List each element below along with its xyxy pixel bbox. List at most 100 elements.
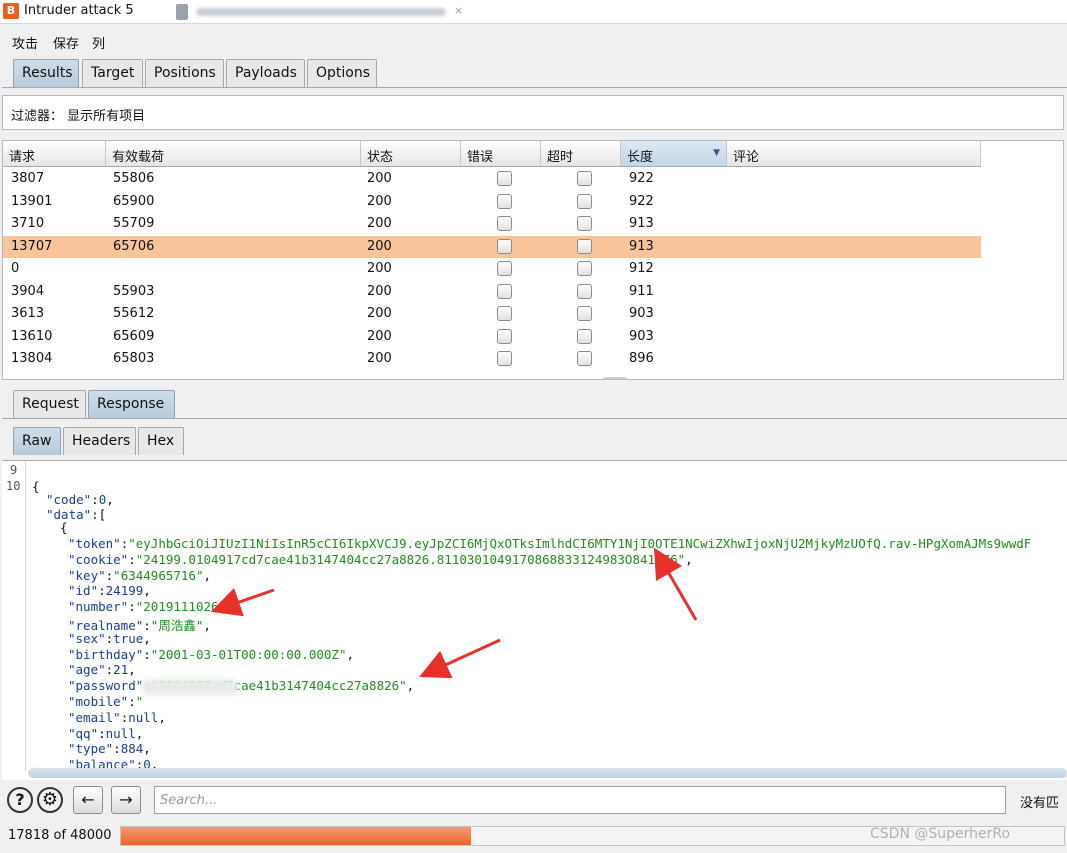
json-key: "email"	[68, 709, 121, 725]
results-table: 请求 有效载荷 状态 错误 超时 长度 ▼ 评论 3807 55806 200 922…	[2, 140, 1064, 380]
tab-raw[interactable]: Raw	[13, 427, 61, 455]
table-row[interactable]: 13707 65706 200 913	[3, 235, 981, 258]
response-hscrollbar[interactable]	[28, 768, 1067, 778]
json-field-line: "token":"eyJhbGciOiJIUzI1NiIsInR5cCI6Ikp…	[68, 536, 1032, 551]
cell-length: 911	[629, 283, 654, 299]
search-input[interactable]	[154, 786, 1006, 814]
json-punct: ,	[143, 583, 151, 599]
json-field-line: "age":21,	[68, 662, 136, 678]
table-row[interactable]: 3710 55709 200 913	[3, 213, 981, 236]
json-field-line: "qq":null,	[68, 725, 144, 741]
line-number: 10	[6, 479, 21, 493]
cell-status: 200	[367, 306, 392, 321]
cell-payload: 55612	[113, 306, 155, 321]
timeout-checkbox-icon	[577, 238, 592, 254]
cell-request: 13610	[11, 328, 53, 344]
json-key: "password"	[68, 678, 144, 694]
col-header-comment[interactable]: 评论	[727, 141, 981, 167]
cell-length: 912	[629, 261, 654, 276]
json-field-line: "cookie":"24199.0104917cd7cae41b3147404c…	[68, 551, 693, 567]
settings-gear-icon[interactable]: ⚙	[37, 787, 63, 813]
json-field-line: "mobile":"	[68, 694, 144, 709]
req-resp-panel-border	[2, 418, 1067, 419]
json-object-open: {	[60, 520, 68, 535]
tab-payloads[interactable]: Payloads	[226, 59, 305, 87]
json-key: "data"	[46, 507, 92, 522]
menu-save[interactable]: 保存	[53, 33, 79, 52]
json-key: "birthday"	[68, 646, 144, 662]
help-icon[interactable]: ?	[7, 787, 33, 813]
table-row[interactable]: 3904 55903 200 911	[3, 281, 981, 304]
cell-status: 200	[367, 283, 392, 299]
col-header-error[interactable]: 错误	[461, 141, 541, 167]
cell-length: 896	[629, 351, 654, 366]
menu-columns[interactable]: 列	[92, 33, 105, 52]
error-checkbox-icon	[497, 238, 512, 254]
table-row[interactable]: 13901 65900 200 922	[3, 191, 981, 214]
tab-positions[interactable]: Positions	[145, 59, 224, 87]
cell-length: 913	[629, 238, 654, 254]
timeout-checkbox-icon	[577, 306, 592, 321]
json-value: "周浩鑫"	[150, 618, 204, 633]
table-row[interactable]: 3613 55612 200 903	[3, 303, 981, 326]
timeout-checkbox-icon	[577, 328, 592, 344]
timeout-checkbox-icon	[577, 261, 592, 276]
table-row[interactable]: 13610 65609 200 903	[3, 326, 981, 349]
table-scroll-handle[interactable]	[603, 377, 627, 379]
tab-response[interactable]: Response	[88, 390, 175, 418]
tab-headers[interactable]: Headers	[63, 427, 136, 455]
col-header-request[interactable]: 请求	[3, 141, 106, 167]
blurred-tab-title	[196, 8, 446, 16]
status-bar: 17818 of 48000 CSDN @SuperherRo	[0, 820, 1067, 853]
cell-request: 13707	[11, 238, 53, 254]
table-row[interactable]: 13804 65803 200 896	[3, 348, 981, 371]
watermark: CSDN @SuperherRo	[870, 826, 1011, 842]
json-punct: ,	[346, 646, 354, 662]
tab-request[interactable]: Request	[13, 390, 86, 418]
json-punct: ,	[135, 725, 144, 741]
table-row[interactable]: 3807 55806 200 922	[3, 168, 981, 191]
table-row[interactable]: 0 200 912	[3, 258, 981, 281]
filter-bar[interactable]: 过滤器： 显示所有项目	[2, 95, 1064, 130]
col-header-timeout[interactable]: 超时	[541, 141, 621, 167]
json-key: "number"	[68, 599, 129, 615]
cell-status: 200	[367, 238, 392, 254]
cell-request: 3613	[11, 306, 45, 321]
forward-arrow-icon[interactable]: →	[111, 786, 141, 814]
cell-payload: 55903	[113, 283, 155, 299]
cell-request: 13901	[11, 193, 53, 209]
json-key: "mobile"	[68, 694, 129, 709]
col-header-length[interactable]: 长度 ▼	[621, 141, 727, 167]
tab-hex[interactable]: Hex	[138, 427, 184, 455]
error-checkbox-icon	[497, 261, 512, 276]
json-value: "24199.0104917cd7cae41b3147404cc27a8826.…	[135, 551, 686, 567]
json-punct: :[	[91, 507, 107, 522]
filter-label: 过滤器： 显示所有项目	[11, 109, 146, 124]
json-field-line: "id":24199,	[68, 583, 151, 599]
json-punct: ,	[406, 678, 415, 694]
tab-options[interactable]: Options	[307, 59, 377, 87]
line-number-gutter: 9 10	[2, 461, 26, 771]
json-key: "cookie"	[68, 551, 129, 567]
json-value: 24199	[105, 583, 144, 599]
json-punct: ,	[143, 741, 151, 757]
response-body[interactable]: 9 10 { "code":0, "data":[ { "token":"eyJ…	[2, 460, 1067, 780]
menu-attack[interactable]: 攻击	[12, 33, 38, 52]
window-title: Intruder attack 5	[24, 3, 134, 18]
json-punct: ,	[128, 662, 136, 678]
json-key: "qq"	[68, 725, 99, 741]
error-checkbox-icon	[497, 193, 512, 209]
json-value: "2019111026"	[135, 599, 227, 615]
json-value: 21	[113, 662, 129, 678]
json-key: "sex"	[68, 630, 106, 646]
tab-results[interactable]: Results	[13, 59, 79, 87]
tab-close-icon[interactable]: ×	[454, 4, 464, 18]
progress-count: 17818 of 48000	[8, 828, 112, 843]
tab-target[interactable]: Target	[82, 59, 143, 87]
cell-request: 3807	[11, 171, 45, 186]
col-header-status[interactable]: 状态	[361, 141, 461, 167]
json-value: 884	[120, 741, 144, 757]
col-header-payload[interactable]: 有效载荷	[106, 141, 361, 167]
json-punct: ,	[685, 551, 693, 567]
back-arrow-icon[interactable]: ←	[73, 786, 103, 814]
